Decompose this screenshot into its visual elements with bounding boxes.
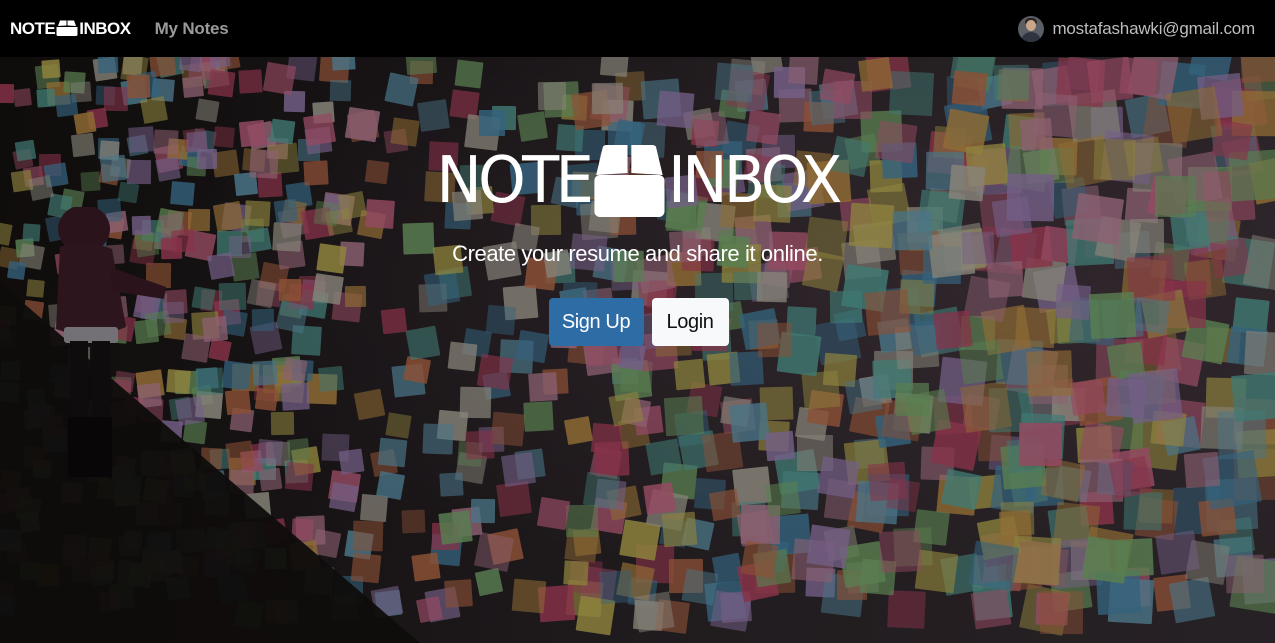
hero-logo-note: NOTE <box>436 144 593 218</box>
inbox-box-icon <box>593 145 665 217</box>
brand-text-inbox: INBOX <box>79 18 131 38</box>
login-button[interactable]: Login <box>651 298 729 346</box>
user-menu[interactable]: mostafashawki@gmail.com <box>1018 15 1255 42</box>
nav-my-notes-link[interactable]: My Notes <box>155 19 229 39</box>
inbox-box-icon <box>56 20 78 36</box>
brand-text-note: NOTE <box>10 18 56 38</box>
sign-up-button[interactable]: Sign Up <box>548 298 644 346</box>
user-email: mostafashawki@gmail.com <box>1052 18 1255 38</box>
hero-actions: Sign Up Login <box>0 298 1275 346</box>
hero-section: NOTE INBOX Create your resume and share … <box>0 57 1275 643</box>
user-avatar <box>1018 15 1045 42</box>
brand-logo[interactable]: NOTE INBOX <box>10 19 131 39</box>
hero-logo: NOTE INBOX <box>32 145 1243 217</box>
hero-tagline: Create your resume and share it online. <box>452 241 823 266</box>
top-navbar: NOTE INBOX My Notes mostafashawki@gmail.… <box>0 0 1275 57</box>
hero-logo-inbox: INBOX <box>667 144 842 218</box>
